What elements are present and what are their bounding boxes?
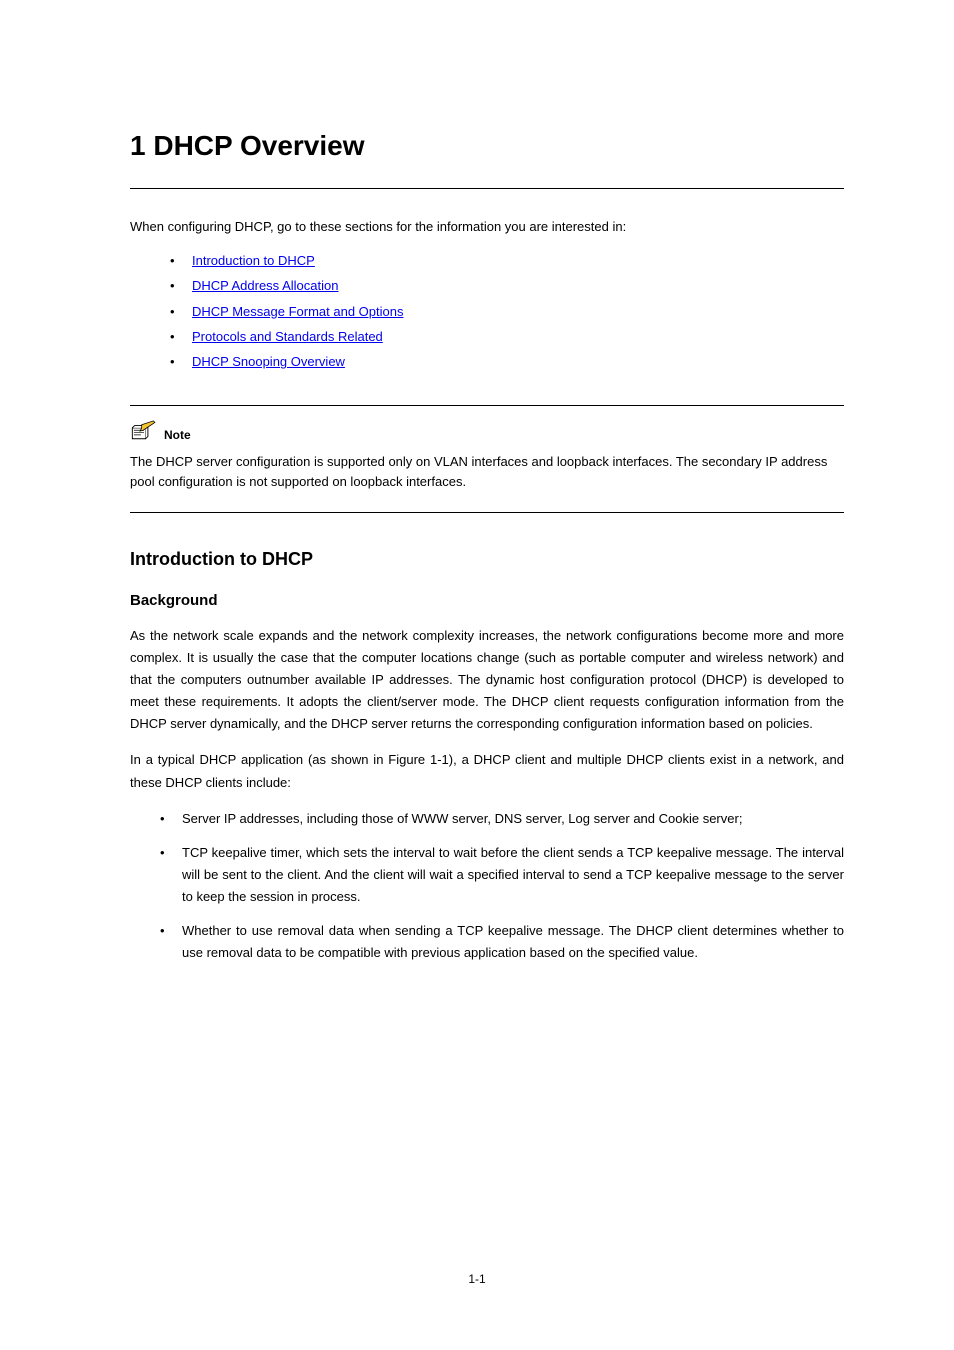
toc-item: Introduction to DHCP	[170, 248, 844, 273]
list-item: TCP keepalive timer, which sets the inte…	[160, 842, 844, 908]
chapter-title: 1 DHCP Overview	[130, 130, 844, 162]
toc-item: DHCP Message Format and Options	[170, 299, 844, 324]
toc-list: Introduction to DHCP DHCP Address Alloca…	[130, 248, 844, 375]
note-body: The DHCP server configuration is support…	[130, 452, 844, 492]
note-block: Note The DHCP server configuration is su…	[130, 405, 844, 513]
page-number: 1-1	[0, 1272, 954, 1286]
intro-text: When configuring DHCP, go to these secti…	[130, 219, 844, 234]
toc-link-address-allocation[interactable]: DHCP Address Allocation	[192, 278, 338, 293]
toc-link-introduction[interactable]: Introduction to DHCP	[192, 253, 315, 268]
body-list: Server IP addresses, including those of …	[130, 808, 844, 965]
subsection-heading: Background	[130, 592, 844, 609]
list-item: Whether to use removal data when sending…	[160, 920, 844, 964]
paragraph-2: In a typical DHCP application (as shown …	[130, 749, 844, 793]
note-rule-bottom	[130, 512, 844, 513]
section-heading: Introduction to DHCP	[130, 549, 844, 570]
page: 1 DHCP Overview When configuring DHCP, g…	[0, 0, 954, 1350]
note-icon	[130, 420, 158, 442]
toc-link-snooping-overview[interactable]: DHCP Snooping Overview	[192, 354, 345, 369]
toc-item: DHCP Address Allocation	[170, 273, 844, 298]
paragraph-1: As the network scale expands and the net…	[130, 625, 844, 735]
toc-link-protocols-standards[interactable]: Protocols and Standards Related	[192, 329, 383, 344]
note-rule-top	[130, 405, 844, 406]
toc-item: DHCP Snooping Overview	[170, 349, 844, 374]
note-label: Note	[164, 428, 191, 442]
list-item: Server IP addresses, including those of …	[160, 808, 844, 830]
toc-link-message-format[interactable]: DHCP Message Format and Options	[192, 304, 403, 319]
note-header: Note	[130, 420, 844, 442]
title-rule	[130, 188, 844, 189]
toc-item: Protocols and Standards Related	[170, 324, 844, 349]
